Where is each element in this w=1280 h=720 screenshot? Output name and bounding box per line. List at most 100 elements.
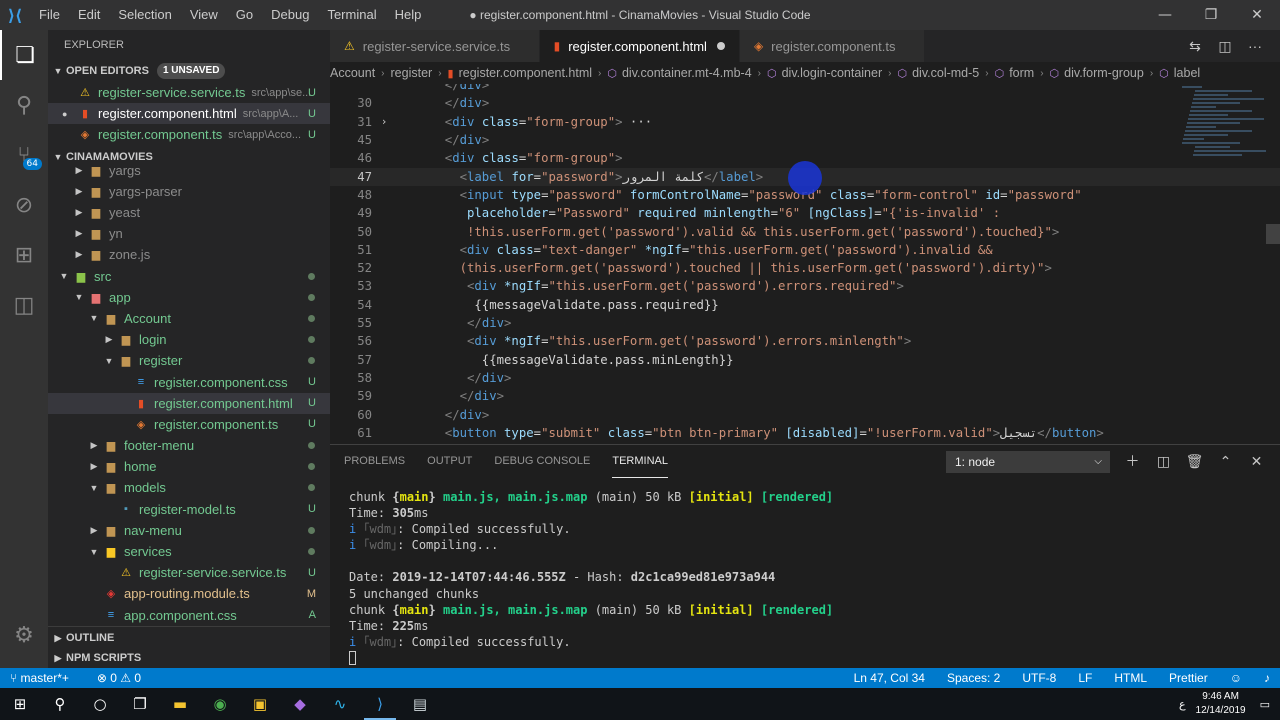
tab-register-component-ts[interactable]: ◈ register.component.ts [739,30,925,62]
extensions-icon[interactable]: ⊞ [0,230,48,280]
chevron-right-icon[interactable]: › [372,115,396,128]
chrome-icon[interactable]: ◉ [200,688,240,720]
code-line[interactable]: 45 </div> [330,131,1280,149]
trash-icon[interactable]: 🗑 [1179,451,1210,473]
panel-tab-problems[interactable]: PROBLEMS [344,445,405,477]
code-line[interactable]: 61 <button type="submit" class="btn btn-p… [330,424,1280,442]
tree-item-app-component-css[interactable]: ≡ app.component.css A [48,605,330,626]
smiley-icon[interactable]: ☺ [1230,671,1242,685]
maximize-icon[interactable]: ❐ [1188,0,1234,30]
code-line[interactable]: 60 </div> [330,405,1280,423]
visual-studio-icon[interactable]: ◆ [280,688,320,720]
problems-indicator[interactable]: ⊗ 0 ⚠ 0 [97,671,141,685]
app-icon[interactable]: ▣ [240,688,280,720]
breadcrumb-item[interactable]: ⬡ div.login-container [767,66,882,80]
open-editor-item[interactable]: ⚠ register-service.service.ts src\app\se..… [48,82,330,103]
formatter[interactable]: Prettier [1169,671,1208,685]
breadcrumb-item[interactable]: register [391,66,433,80]
tab-register-service-service-ts[interactable]: ⚠ register-service.service.ts [330,30,540,62]
menu-file[interactable]: File [30,0,69,30]
indentation[interactable]: Spaces: 2 [947,671,1000,685]
breadcrumb-item[interactable]: ⬡ div.form-group [1050,66,1144,80]
tree-item-account[interactable]: ▼ ▆ Account [48,308,330,329]
code-line[interactable]: 30 </div> [330,94,1280,112]
breadcrumb-item[interactable]: ⬡ div.col-md-5 [897,66,979,80]
code-line[interactable]: 54 {{messageValidate.pass.required}} [330,296,1280,314]
tree-item-home[interactable]: ▶ ▆ home [48,456,330,477]
maximize-panel-icon[interactable]: ⌃ [1210,451,1241,473]
code-line[interactable]: 58 </div> [330,369,1280,387]
tree-item-yargs-parser[interactable]: ▶ ▆ yargs-parser [48,181,330,202]
breadcrumb-item[interactable]: ⬡ label [1159,66,1200,80]
menu-selection[interactable]: Selection [109,0,180,30]
compare-icon[interactable]: ⇆ [1180,38,1210,55]
npm-scripts-section[interactable]: ▶ NPM SCRIPTS [48,647,330,668]
code-line[interactable]: 56 <div *ngIf="this.userForm.get('passwor… [330,332,1280,350]
tree-item-app[interactable]: ▼ ▆ app [48,287,330,308]
tree-item-src[interactable]: ▼ ▆ src [48,266,330,287]
tree-item-services[interactable]: ▼ ▆ services [48,541,330,562]
gear-icon[interactable]: ⚙ [0,610,48,660]
bell-icon[interactable]: ♪ [1264,671,1270,685]
terminal-select[interactable]: 1: node ⌵ [946,451,1110,473]
code-line[interactable]: 57 {{messageValidate.pass.minLength}} [330,351,1280,369]
tree-item-models[interactable]: ▼ ▆ models [48,477,330,498]
code-line[interactable]: 51 <div class="text-danger" *ngIf="this.u… [330,241,1280,259]
clock[interactable]: 9:46 AM 12/14/2019 [1196,690,1246,718]
breadcrumb-item[interactable]: ⬡ form [995,66,1035,80]
end-of-line[interactable]: LF [1078,671,1092,685]
tree-item-register-component-css[interactable]: ≡ register.component.css U [48,371,330,392]
open-editor-item[interactable]: ● ▮ register.component.html src\app\A... U [48,103,330,125]
explorer-icon[interactable]: ❏ [0,30,48,80]
panel-tab-output[interactable]: OUTPUT [427,445,472,477]
search-icon[interactable]: ⚲ [40,688,80,720]
cursor-position[interactable]: Ln 47, Col 34 [854,671,925,685]
debug-icon[interactable]: ⊘ [0,180,48,230]
app2-icon[interactable]: ▤ [400,688,440,720]
tree-item-yargs[interactable]: ▶ ▆ yargs [48,160,330,181]
unsaved-dot-icon[interactable] [716,42,725,50]
menu-view[interactable]: View [181,0,227,30]
panel-tab-terminal[interactable]: TERMINAL [612,445,668,478]
menu-go[interactable]: Go [227,0,262,30]
breadcrumb-item[interactable]: ⬡ div.container.mt-4.mb-4 [607,66,751,80]
open-editors-section[interactable]: ▼ OPEN EDITORS 1 UNSAVED [48,60,330,82]
split-terminal-icon[interactable]: ◫ [1148,451,1179,473]
windows-start-icon[interactable]: ⊞ [0,688,40,720]
language-mode[interactable]: HTML [1114,671,1147,685]
tree-item-register-model-ts[interactable]: ▪ register-model.ts U [48,499,330,520]
panel-tab-debug-console[interactable]: DEBUG CONSOLE [494,445,590,477]
breadcrumb-item[interactable]: ▮ register.component.html [448,66,592,80]
source-control-icon[interactable]: ⑂ 64 [0,130,48,180]
close-icon[interactable]: ✕ [1234,0,1280,30]
code-line[interactable]: 53 <div *ngIf="this.userForm.get('passwor… [330,277,1280,295]
tree-item-footer-menu[interactable]: ▶ ▆ footer-menu [48,435,330,456]
code-line[interactable]: 31 › <div class="form-group"> ··· [330,113,1280,131]
tree-item-register-component-ts[interactable]: ◈ register.component.ts U [48,414,330,435]
tree-item-register-service-service-ts[interactable]: ⚠ register-service.service.ts U [48,562,330,583]
code-line[interactable]: </div> [330,84,1280,94]
close-panel-icon[interactable]: ✕ [1241,451,1272,473]
menu-help[interactable]: Help [386,0,431,30]
terminal-output[interactable]: chunk {main} main.js, main.js.map (main)… [349,489,833,666]
remote-icon[interactable]: ◫ [0,280,48,330]
tree-item-yeast[interactable]: ▶ ▆ yeast [48,202,330,223]
tree-item-zone-js[interactable]: ▶ ▆ zone.js [48,244,330,265]
code-line[interactable]: 50 !this.userForm.get('password').valid &… [330,222,1280,240]
menu-debug[interactable]: Debug [262,0,318,30]
tree-item-register[interactable]: ▼ ▆ register [48,350,330,371]
search-icon[interactable]: ⚲ [0,80,48,130]
unsaved-dot-icon[interactable]: ● [62,109,76,119]
editor-scrollbar[interactable] [1266,224,1280,244]
encoding[interactable]: UTF-8 [1022,671,1056,685]
cortana-icon[interactable]: ○ [80,688,120,720]
open-editor-item[interactable]: ◈ register.component.ts src\app\Acco... U [48,124,330,145]
minimize-icon[interactable]: — [1142,0,1188,30]
tree-item-nav-menu[interactable]: ▶ ▆ nav-menu [48,520,330,541]
keyboard-language[interactable]: ع [1179,698,1186,711]
menu-terminal[interactable]: Terminal [318,0,385,30]
vscode-taskbar-icon[interactable]: ⟩ [360,688,400,720]
add-terminal-icon[interactable]: ＋ [1117,451,1148,473]
menu-edit[interactable]: Edit [69,0,109,30]
breadcrumb-item[interactable]: Account [330,66,375,80]
